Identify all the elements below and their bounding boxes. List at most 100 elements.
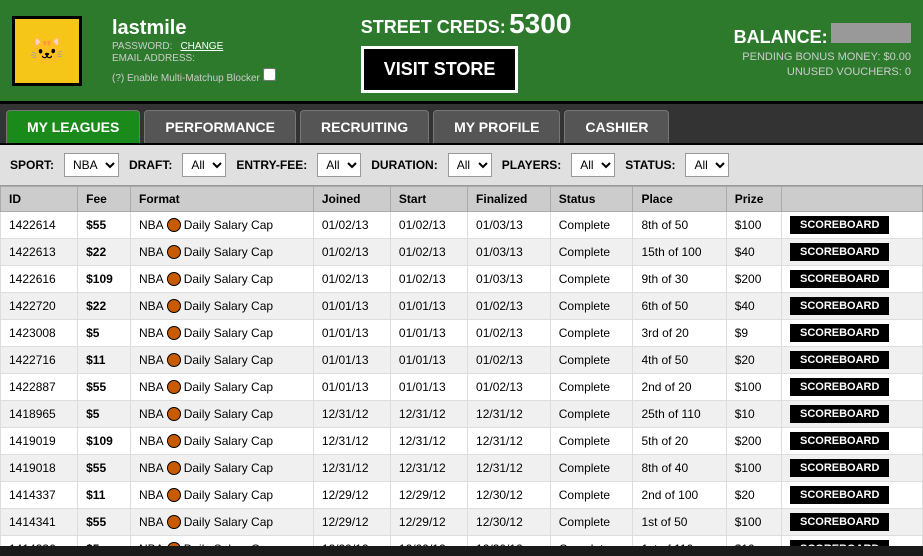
table-row: 1419018 $55 NBA Daily Salary Cap 12/31/1… [1,455,923,482]
duration-select[interactable]: All [448,153,492,177]
cell-joined: 12/29/12 [313,536,390,547]
cell-action[interactable]: SCOREBOARD [781,347,922,374]
cell-format: NBA Daily Salary Cap [131,293,314,320]
status-label: STATUS: [625,158,675,172]
pending-bonus: PENDING BONUS MONEY: $0.00 [734,51,911,63]
multi-matchup-area: (?) Enable Multi-Matchup Blocker [112,68,280,84]
entry-fee-select[interactable]: All [317,153,361,177]
col-finalized: Finalized [468,187,551,212]
format-text: Daily Salary Cap [184,380,273,394]
logo-area: 🐱 [12,16,82,86]
cell-prize: $100 [726,212,781,239]
players-select[interactable]: All [571,153,615,177]
cell-start: 12/31/12 [390,401,467,428]
scoreboard-button[interactable]: SCOREBOARD [790,486,889,504]
status-select[interactable]: All [685,153,729,177]
cell-status: Complete [550,293,633,320]
tab-cashier[interactable]: CASHIER [564,110,669,143]
scoreboard-button[interactable]: SCOREBOARD [790,513,889,531]
col-joined: Joined [313,187,390,212]
scoreboard-button[interactable]: SCOREBOARD [790,216,889,234]
tab-my-leagues[interactable]: MY LEAGUES [6,110,140,143]
cell-status: Complete [550,347,633,374]
scoreboard-button[interactable]: SCOREBOARD [790,459,889,477]
cell-action[interactable]: SCOREBOARD [781,536,922,547]
format-text: Daily Salary Cap [184,299,273,313]
table-row: 1414337 $11 NBA Daily Salary Cap 12/29/1… [1,482,923,509]
basketball-icon [167,245,181,259]
cell-format: NBA Daily Salary Cap [131,212,314,239]
cell-action[interactable]: SCOREBOARD [781,455,922,482]
cell-action[interactable]: SCOREBOARD [781,293,922,320]
cell-format: NBA Daily Salary Cap [131,455,314,482]
cell-format: NBA Daily Salary Cap [131,401,314,428]
cell-finalized: 12/31/12 [468,401,551,428]
table-row: 1422614 $55 NBA Daily Salary Cap 01/02/1… [1,212,923,239]
cell-fee: $22 [78,239,131,266]
tab-performance[interactable]: PERFORMANCE [144,110,296,143]
cell-action[interactable]: SCOREBOARD [781,239,922,266]
cell-prize: $40 [726,293,781,320]
scoreboard-button[interactable]: SCOREBOARD [790,351,889,369]
cell-action[interactable]: SCOREBOARD [781,509,922,536]
cell-id: 1414341 [1,509,78,536]
cell-finalized: 12/30/12 [468,509,551,536]
basketball-icon [167,515,181,529]
cell-status: Complete [550,428,633,455]
sport-label: NBA [139,272,164,286]
cell-joined: 01/02/13 [313,239,390,266]
cell-action[interactable]: SCOREBOARD [781,320,922,347]
sport-select[interactable]: NBA NFL MLB [64,153,119,177]
col-status: Status [550,187,633,212]
scoreboard-button[interactable]: SCOREBOARD [790,432,889,450]
cell-format: NBA Daily Salary Cap [131,536,314,547]
cell-finalized: 12/31/12 [468,455,551,482]
cell-id: 1422614 [1,212,78,239]
scoreboard-button[interactable]: SCOREBOARD [790,297,889,315]
cell-finalized: 01/03/13 [468,239,551,266]
cell-place: 9th of 30 [633,266,726,293]
cell-status: Complete [550,509,633,536]
scoreboard-button[interactable]: SCOREBOARD [790,378,889,396]
tab-recruiting[interactable]: RECRUITING [300,110,429,143]
scoreboard-button[interactable]: SCOREBOARD [790,324,889,342]
scoreboard-button[interactable]: SCOREBOARD [790,540,889,546]
balance-area: BALANCE: PENDING BONUS MONEY: $0.00 UNUS… [734,23,911,78]
col-prize: Prize [726,187,781,212]
format-text: Daily Salary Cap [184,407,273,421]
cell-fee: $5 [78,536,131,547]
tab-my-profile[interactable]: MY PROFILE [433,110,560,143]
unused-vouchers: UNUSED VOUCHERS: 0 [734,66,911,78]
scoreboard-button[interactable]: SCOREBOARD [790,405,889,423]
table-row: 1422720 $22 NBA Daily Salary Cap 01/01/1… [1,293,923,320]
cell-action[interactable]: SCOREBOARD [781,212,922,239]
cell-action[interactable]: SCOREBOARD [781,482,922,509]
sport-label: NBA [139,407,164,421]
change-password-link[interactable]: CHANGE [180,41,223,52]
visit-store-button[interactable]: VISIT STORE [361,46,519,93]
cell-action[interactable]: SCOREBOARD [781,401,922,428]
multi-matchup-checkbox[interactable] [263,68,276,81]
sport-label: NBA [139,542,164,546]
cell-id: 1419018 [1,455,78,482]
cell-action[interactable]: SCOREBOARD [781,374,922,401]
cell-joined: 01/02/13 [313,212,390,239]
cell-format: NBA Daily Salary Cap [131,509,314,536]
cell-status: Complete [550,455,633,482]
cell-joined: 12/31/12 [313,401,390,428]
table-row: 1418965 $5 NBA Daily Salary Cap 12/31/12… [1,401,923,428]
draft-select[interactable]: All [182,153,226,177]
col-id: ID [1,187,78,212]
sport-label: NBA [139,299,164,313]
cell-action[interactable]: SCOREBOARD [781,266,922,293]
cell-finalized: 01/02/13 [468,293,551,320]
cell-joined: 12/31/12 [313,455,390,482]
cell-action[interactable]: SCOREBOARD [781,428,922,455]
cell-place: 2nd of 100 [633,482,726,509]
scoreboard-button[interactable]: SCOREBOARD [790,270,889,288]
scoreboard-button[interactable]: SCOREBOARD [790,243,889,261]
basketball-icon [167,353,181,367]
cell-format: NBA Daily Salary Cap [131,428,314,455]
table-row: 1414341 $55 NBA Daily Salary Cap 12/29/1… [1,509,923,536]
cell-place: 15th of 100 [633,239,726,266]
